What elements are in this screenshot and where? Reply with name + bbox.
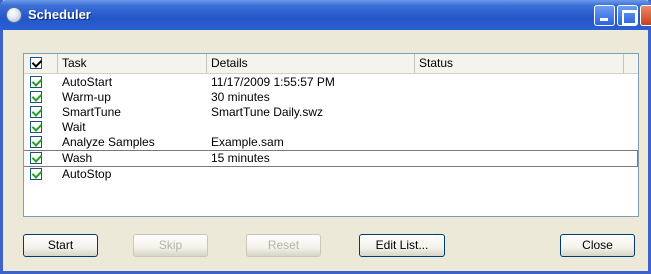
task-list[interactable]: Task Details Status AutoStart 11/17/2009… bbox=[23, 53, 639, 217]
list-header: Task Details Status bbox=[24, 54, 638, 74]
task-cell: Warm-up bbox=[62, 90, 111, 104]
task-cell: Wait bbox=[62, 120, 86, 134]
start-button[interactable]: Start bbox=[23, 234, 98, 257]
column-header-details[interactable]: Details bbox=[207, 54, 415, 73]
close-window-button[interactable] bbox=[640, 5, 651, 26]
table-row[interactable]: Wait bbox=[24, 120, 638, 135]
task-cell: Analyze Samples bbox=[62, 135, 155, 149]
header-checkbox-cell bbox=[24, 54, 58, 73]
app-icon bbox=[6, 7, 22, 23]
task-cell: Wash bbox=[62, 151, 93, 165]
select-all-checkbox[interactable] bbox=[30, 57, 42, 69]
maximize-button[interactable] bbox=[617, 5, 638, 26]
row-checkbox[interactable] bbox=[30, 121, 42, 133]
row-checkbox[interactable] bbox=[30, 168, 42, 180]
table-row[interactable]: AutoStart 11/17/2009 1:55:57 PM bbox=[24, 75, 638, 90]
row-checkbox[interactable] bbox=[30, 106, 42, 118]
skip-button[interactable]: Skip bbox=[133, 234, 208, 257]
task-cell: SmartTune bbox=[62, 105, 121, 119]
row-checkbox[interactable] bbox=[30, 136, 42, 148]
details-cell: 30 minutes bbox=[211, 90, 270, 104]
table-row[interactable]: SmartTune SmartTune Daily.swz bbox=[24, 105, 638, 120]
row-checkbox[interactable] bbox=[30, 152, 42, 164]
minimize-button[interactable] bbox=[594, 5, 615, 26]
scheduler-window: Scheduler Task Details Status AutoStart … bbox=[0, 0, 651, 274]
details-cell: 11/17/2009 1:55:57 PM bbox=[211, 75, 335, 89]
table-row[interactable]: AutoStop bbox=[24, 167, 638, 182]
table-row[interactable]: Analyze Samples Example.sam bbox=[24, 135, 638, 150]
details-cell: Example.sam bbox=[211, 135, 284, 149]
row-checkbox[interactable] bbox=[30, 76, 42, 88]
details-cell: SmartTune Daily.swz bbox=[211, 105, 324, 119]
column-header-status[interactable]: Status bbox=[415, 54, 624, 73]
column-header-task[interactable]: Task bbox=[58, 54, 207, 73]
row-checkbox[interactable] bbox=[30, 91, 42, 103]
table-row[interactable]: Warm-up 30 minutes bbox=[24, 90, 638, 105]
task-cell: AutoStart bbox=[62, 75, 113, 89]
table-row[interactable]: Wash 15 minutes bbox=[24, 150, 638, 167]
close-button[interactable]: Close bbox=[560, 234, 635, 257]
edit-list-button[interactable]: Edit List... bbox=[359, 234, 445, 257]
title-bar[interactable]: Scheduler bbox=[0, 0, 651, 30]
reset-button[interactable]: Reset bbox=[246, 234, 321, 257]
details-cell: 15 minutes bbox=[211, 151, 270, 165]
window-title: Scheduler bbox=[28, 7, 91, 22]
task-cell: AutoStop bbox=[62, 167, 112, 181]
